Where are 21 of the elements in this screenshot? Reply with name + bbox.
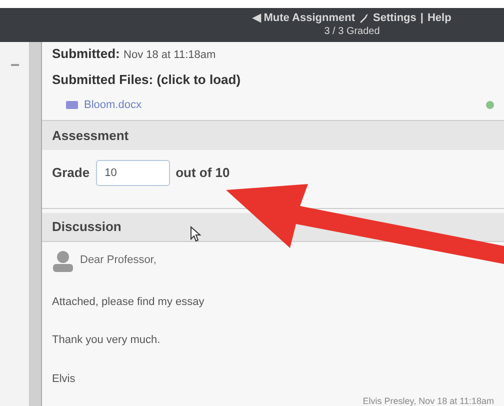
assessment-header: Assessment bbox=[42, 120, 504, 150]
grade-label: Grade bbox=[52, 164, 90, 182]
grade-field[interactable]: 10 bbox=[96, 160, 170, 186]
comment-text: Dear Professor, bbox=[80, 253, 156, 268]
file-link[interactable]: Bloom.docx bbox=[84, 97, 142, 114]
submitted-files-label: Submitted Files: (click to load) bbox=[52, 70, 242, 89]
submitted-label: Submitted: bbox=[52, 46, 120, 61]
help-link[interactable]: Help bbox=[427, 11, 452, 25]
document-icon bbox=[66, 101, 78, 110]
comment-text: Attached, please find my essay bbox=[52, 294, 206, 310]
comment-text: Thank you very much. bbox=[52, 333, 162, 348]
comment-text: Elvis bbox=[52, 372, 76, 386]
settings-link[interactable]: Settings bbox=[373, 11, 416, 25]
graded-count: 3 / 3 Graded bbox=[324, 25, 380, 39]
submitted-date: Nov 18 at 11:18am bbox=[124, 49, 216, 61]
avatar-icon bbox=[52, 250, 74, 272]
comment-footer: Elvis Presley, Nov 18 at 11:18am bbox=[362, 395, 494, 406]
cursor-icon bbox=[190, 226, 202, 242]
mute-assignment-link[interactable]: ◀ Mute Assignment bbox=[252, 11, 355, 25]
out-of-label: out of 10 bbox=[176, 164, 230, 182]
separator-text: | bbox=[420, 11, 424, 25]
